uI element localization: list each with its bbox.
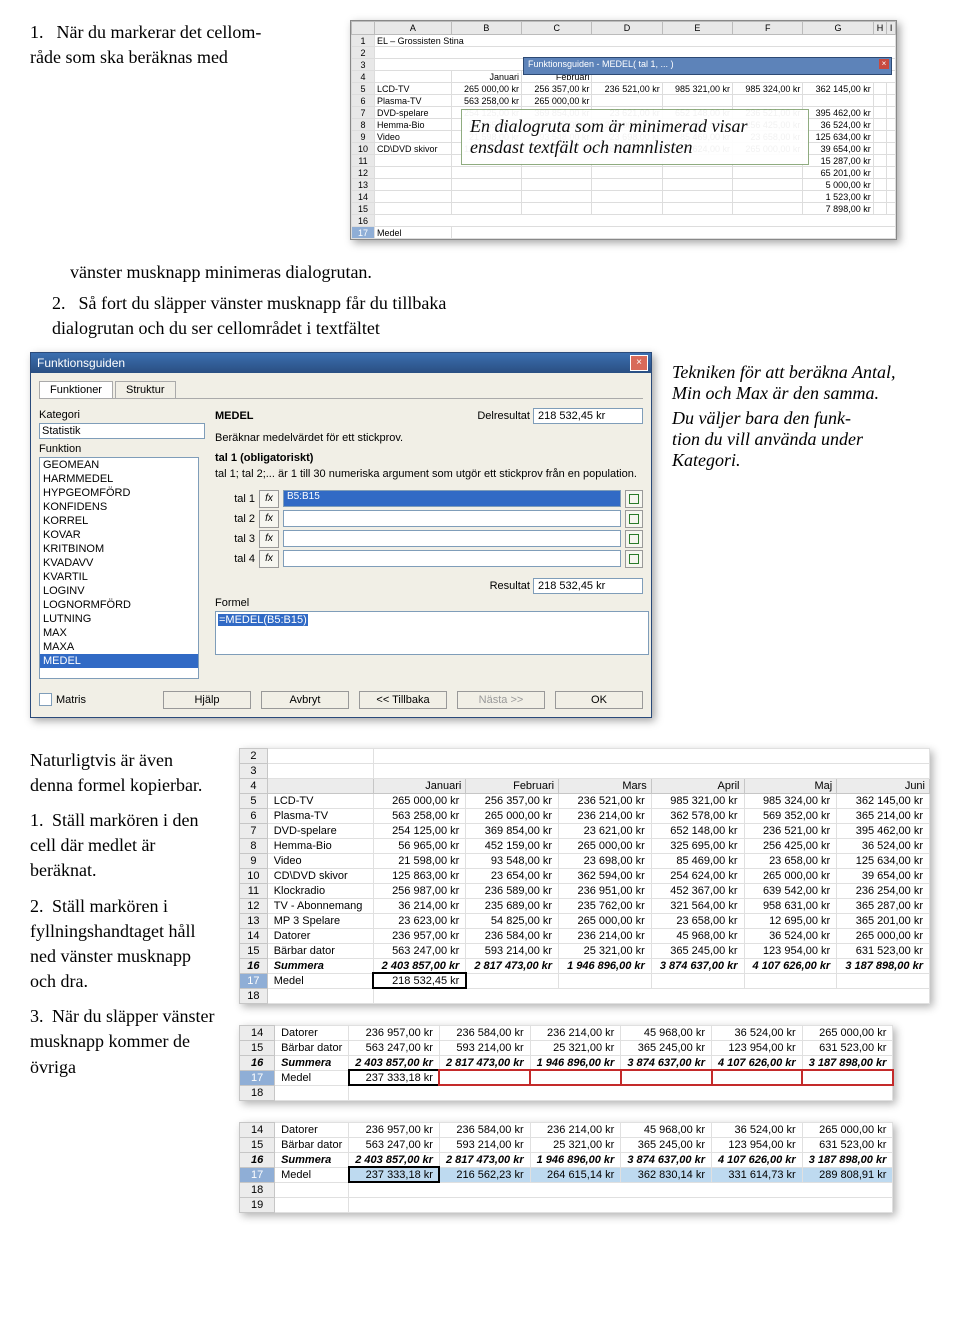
ok-button[interactable]: OK (555, 691, 643, 709)
cancel-button[interactable]: Avbryt (261, 691, 349, 709)
fx-icon[interactable]: fx (259, 550, 279, 568)
fx-icon[interactable]: fx (259, 510, 279, 528)
back-button[interactable]: << Tillbaka (359, 691, 447, 709)
step-text: När du markerar det cellom- råde som ska… (30, 22, 261, 67)
minimized-dialog[interactable]: Funktionsguiden - MEDEL( tal 1, ... ) × (523, 57, 892, 75)
result-value: 218 532,45 kr (533, 578, 643, 594)
category-select[interactable]: Statistik (39, 423, 205, 439)
tab-structure[interactable]: Struktur (115, 381, 176, 398)
arg-3-input[interactable] (283, 530, 621, 547)
range-picker-icon[interactable] (625, 530, 643, 548)
side-note: Tekniken för att beräkna Antal, Min och … (672, 352, 922, 718)
caption-box: En dialogruta som är minimerad visarensd… (461, 109, 809, 165)
range-picker-icon[interactable] (625, 550, 643, 568)
fx-icon[interactable]: fx (259, 490, 279, 508)
dialog-titlebar[interactable]: Funktionsguiden × (31, 353, 651, 373)
function-wizard-dialog: Funktionsguiden × Funktioner Struktur Ka… (30, 352, 652, 718)
arg-4-input[interactable] (283, 550, 621, 567)
mini-spreadsheet: ABCDEFGHI1EL – Grossisten Stina234Januar… (350, 20, 897, 240)
partial-result: 218 532,45 kr (533, 408, 643, 424)
close-icon[interactable]: × (630, 355, 648, 371)
matrix-checkbox[interactable]: Matris (39, 693, 86, 706)
step-text-2: Så fort du släpper vänster musknapp får … (52, 293, 446, 338)
fx-icon[interactable]: fx (259, 530, 279, 548)
close-icon[interactable]: × (879, 59, 889, 69)
func-name: MEDEL (215, 410, 335, 422)
spreadsheet-1: 234JanuariFebruariMarsAprilMajJuni5LCD-T… (239, 748, 930, 1004)
spreadsheet-2: 14Datorer236 957,00 kr236 584,00 kr236 2… (239, 1025, 893, 1101)
arg-1-input[interactable]: B5:B15 (283, 490, 621, 507)
label-formula: Formel (215, 597, 643, 609)
step-num: 1. (30, 20, 52, 45)
mid-text-1: vänster musknapp minimeras dialogrutan. (70, 260, 930, 285)
range-picker-icon[interactable] (625, 510, 643, 528)
arg-title: tal 1 (obligatoriskt) (215, 452, 643, 464)
spreadsheet-3: 14Datorer236 957,00 kr236 584,00 kr236 2… (239, 1122, 893, 1213)
func-desc: Beräknar medelvärdet för ett stickprov. (215, 432, 643, 444)
label-function: Funktion (39, 443, 199, 455)
mini-dlg-title: Funktionsguiden - MEDEL( tal 1, ... ) (528, 59, 674, 69)
help-button[interactable]: Hjälp (163, 691, 251, 709)
bottom-intro: Naturligtvis är även denna formel kopier… (30, 748, 219, 798)
arg-2-input[interactable] (283, 510, 621, 527)
next-button: Nästa >> (457, 691, 545, 709)
arg-desc: tal 1; tal 2;... är 1 till 30 numeriska … (215, 468, 643, 480)
tab-functions[interactable]: Funktioner (39, 381, 113, 398)
step-num-2: 2. (52, 291, 74, 316)
dialog-title: Funktionsguiden (37, 356, 125, 370)
label-category: Kategori (39, 409, 199, 421)
function-list[interactable]: GEOMEANHARMMEDELHYPGEOMFÖRDKONFIDENSKORR… (39, 457, 199, 679)
range-picker-icon[interactable] (625, 490, 643, 508)
formula-box[interactable]: =MEDEL(B5:B15) (215, 611, 649, 655)
